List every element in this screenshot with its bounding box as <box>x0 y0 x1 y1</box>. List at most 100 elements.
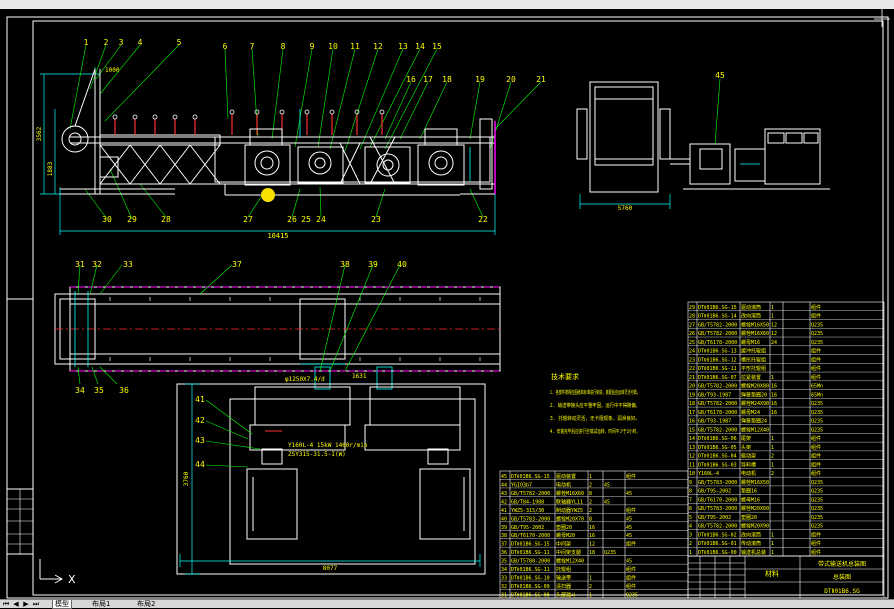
bom-right-cell: 组件 <box>811 444 821 451</box>
bom-right-cell: 16 <box>689 419 695 425</box>
cursor-highlight <box>261 188 275 202</box>
bom-left-cell: 组件 <box>626 507 636 514</box>
plan-callout-35: 35 <box>94 386 104 395</box>
bom-right-cell: 驱动架 <box>741 453 756 460</box>
bom-left-cell: 螺母M20 <box>556 532 575 539</box>
bom-left-cell: 1 <box>589 593 592 599</box>
bom-left-cell: GB/T84-1988 <box>511 499 544 505</box>
side-callout-15: 15 <box>432 42 442 51</box>
side-callout-29: 29 <box>127 215 137 224</box>
bom-right-cell: 1 <box>771 541 774 547</box>
bom-right-cell: DTⅡ01B6.SG-11 <box>698 366 737 372</box>
bom-left-cell: 组件 <box>626 473 636 480</box>
bom-right-cell: 1 <box>689 550 692 556</box>
bom-right-cell: Q235 <box>811 410 823 416</box>
bom-right-cell: 16 <box>771 384 777 390</box>
bom-right-cell: 电动机 <box>741 470 756 477</box>
bom-left-cell: 35 <box>501 559 507 565</box>
plan-callout-38: 38 <box>340 260 350 269</box>
bom-right-cell: 23 <box>689 357 695 363</box>
bom-right-cell: 24 <box>771 340 777 346</box>
bom-left-cell: 1 <box>589 474 592 480</box>
bom-right-cell: 组件 <box>811 540 821 547</box>
bom-right-cell: 1 <box>771 305 774 311</box>
bom-right-cell: 29 <box>689 305 695 311</box>
side-callout-26: 26 <box>287 215 297 224</box>
bom-left-cell: 42 <box>501 499 507 505</box>
side-callout-4: 4 <box>138 38 143 47</box>
side-callout-21: 21 <box>536 75 546 84</box>
bom-right-cell: 12 <box>771 322 777 328</box>
bom-left-cell: 电动机 <box>556 481 571 488</box>
side-callout-27: 27 <box>243 215 253 224</box>
bom-right-cell: 1 <box>771 445 774 451</box>
bom-right-cell: GB/T5782-2000 <box>698 524 737 530</box>
bom-right-cell: GB/T5782-2000 <box>698 401 737 407</box>
bom-right-cell: 槽形托辊组 <box>741 356 766 363</box>
side-dim-top: 1000 <box>105 67 120 74</box>
drive-callout-41: 41 <box>195 395 205 404</box>
bom-right-cell: 组件 <box>811 453 821 460</box>
bom-right-cell: 22 <box>689 366 695 372</box>
bom-right-cell: 组件 <box>811 365 821 372</box>
ucs-x-label: X <box>68 573 76 586</box>
bom-right-cell: 缓冲托辊组 <box>741 348 766 355</box>
bom-left-cell: 头部漏斗 <box>556 592 576 599</box>
bom-left-cell: 16 <box>589 525 595 531</box>
bom-left-cell: 45 <box>604 499 610 505</box>
side-callout-18: 18 <box>442 75 452 84</box>
drawing-canvas[interactable]: 29 DTⅡ01B6.SG-15 驱动滚筒 1 组件 28 DTⅡ01B6.SG-14 改向滚… <box>0 9 894 599</box>
bom-left-cell: 托辊组 <box>556 566 571 573</box>
bom-right-cell: 组件 <box>811 435 821 442</box>
drive-annotation-reducer: ZSY315-31.5-I(W) <box>288 451 346 458</box>
bom-right-cell: 12 <box>771 331 777 337</box>
side-callout-30: 30 <box>102 215 112 224</box>
bom-right-cell: 尾架 <box>741 436 751 442</box>
bom-left-cell: DTⅡ01B6.SG-15 <box>511 474 550 480</box>
side-callout-8: 8 <box>281 42 286 51</box>
bom-left-cell: 41 <box>501 508 507 514</box>
side-dim-overall: 10415 <box>267 232 288 240</box>
bom-right-cell: 组件 <box>811 348 821 355</box>
bom-right-cell: 2 <box>771 471 774 477</box>
notes-line: 4. 安装完毕后应进行空载试运转，时间不少于2小时。 <box>550 428 640 435</box>
bom-right-cell: 16 <box>771 401 777 407</box>
bom-left-cell: 螺栓M20X70 <box>556 515 584 522</box>
bom-right-cell: 1 <box>771 314 774 320</box>
plan-callout-33: 33 <box>123 260 133 269</box>
bom-right-cell: DTⅡ01B6.SG-00 <box>698 550 737 556</box>
bom-right-cell: 螺栓M16X60 <box>741 330 769 337</box>
plan-callout-31: 31 <box>75 260 85 269</box>
bom-right-cell: 20 <box>689 384 695 390</box>
title-block-drawing-no: DTⅡ01B6.SG <box>824 588 860 595</box>
bom-left-cell: 2 <box>589 584 592 590</box>
bom-right-cell: Q235 <box>811 524 823 530</box>
cad-drawing[interactable]: 29 DTⅡ01B6.SG-15 驱动滚筒 1 组件28 DTⅡ01B6.SG-14 改向滚… <box>0 9 894 599</box>
window-top-strip <box>0 0 894 9</box>
bom-right-cell: 5 <box>689 515 692 521</box>
bom-right-cell: 1 <box>771 550 774 556</box>
side-callout-2: 2 <box>104 38 109 47</box>
bom-left-cell: YGIO3b7 <box>511 482 532 488</box>
bom-left-cell: 43 <box>501 491 507 497</box>
bom-right-cell: GB/T93-1987 <box>698 392 731 398</box>
bom-right-cell: 2 <box>771 454 774 460</box>
bom-right-cell: GB/T95-2002 <box>698 515 731 521</box>
bom-left-cell: 中间架支腿 <box>556 549 581 556</box>
bom-right-cell: 螺栓M24X90 <box>741 400 769 407</box>
bom-right-cell: DTⅡ01B6.SG-07 <box>698 375 737 381</box>
bom-right-cell: DTⅡ01B6.SG-02 <box>698 532 737 538</box>
bom-right-cell: GB/T5782-2000 <box>698 427 737 433</box>
bom-left-cell: 输送带 <box>556 575 571 582</box>
bom-left-cell: Q235 <box>626 593 638 599</box>
bom-right-cell: 24 <box>689 349 695 355</box>
bom-right-cell: 导料槽 <box>741 461 756 468</box>
bom-right-cell: GB/T5783-2000 <box>698 480 737 486</box>
bom-left-cell: 45 <box>626 533 632 539</box>
title-block-stamp: 材料 <box>765 569 779 578</box>
bom-right-cell: 12 <box>689 454 695 460</box>
bom-left-cell: 33 <box>501 576 507 582</box>
bom-left-cell: 2 <box>589 499 592 505</box>
plan-callout-32: 32 <box>92 260 102 269</box>
tab-model[interactable]: 模型 <box>52 600 72 609</box>
